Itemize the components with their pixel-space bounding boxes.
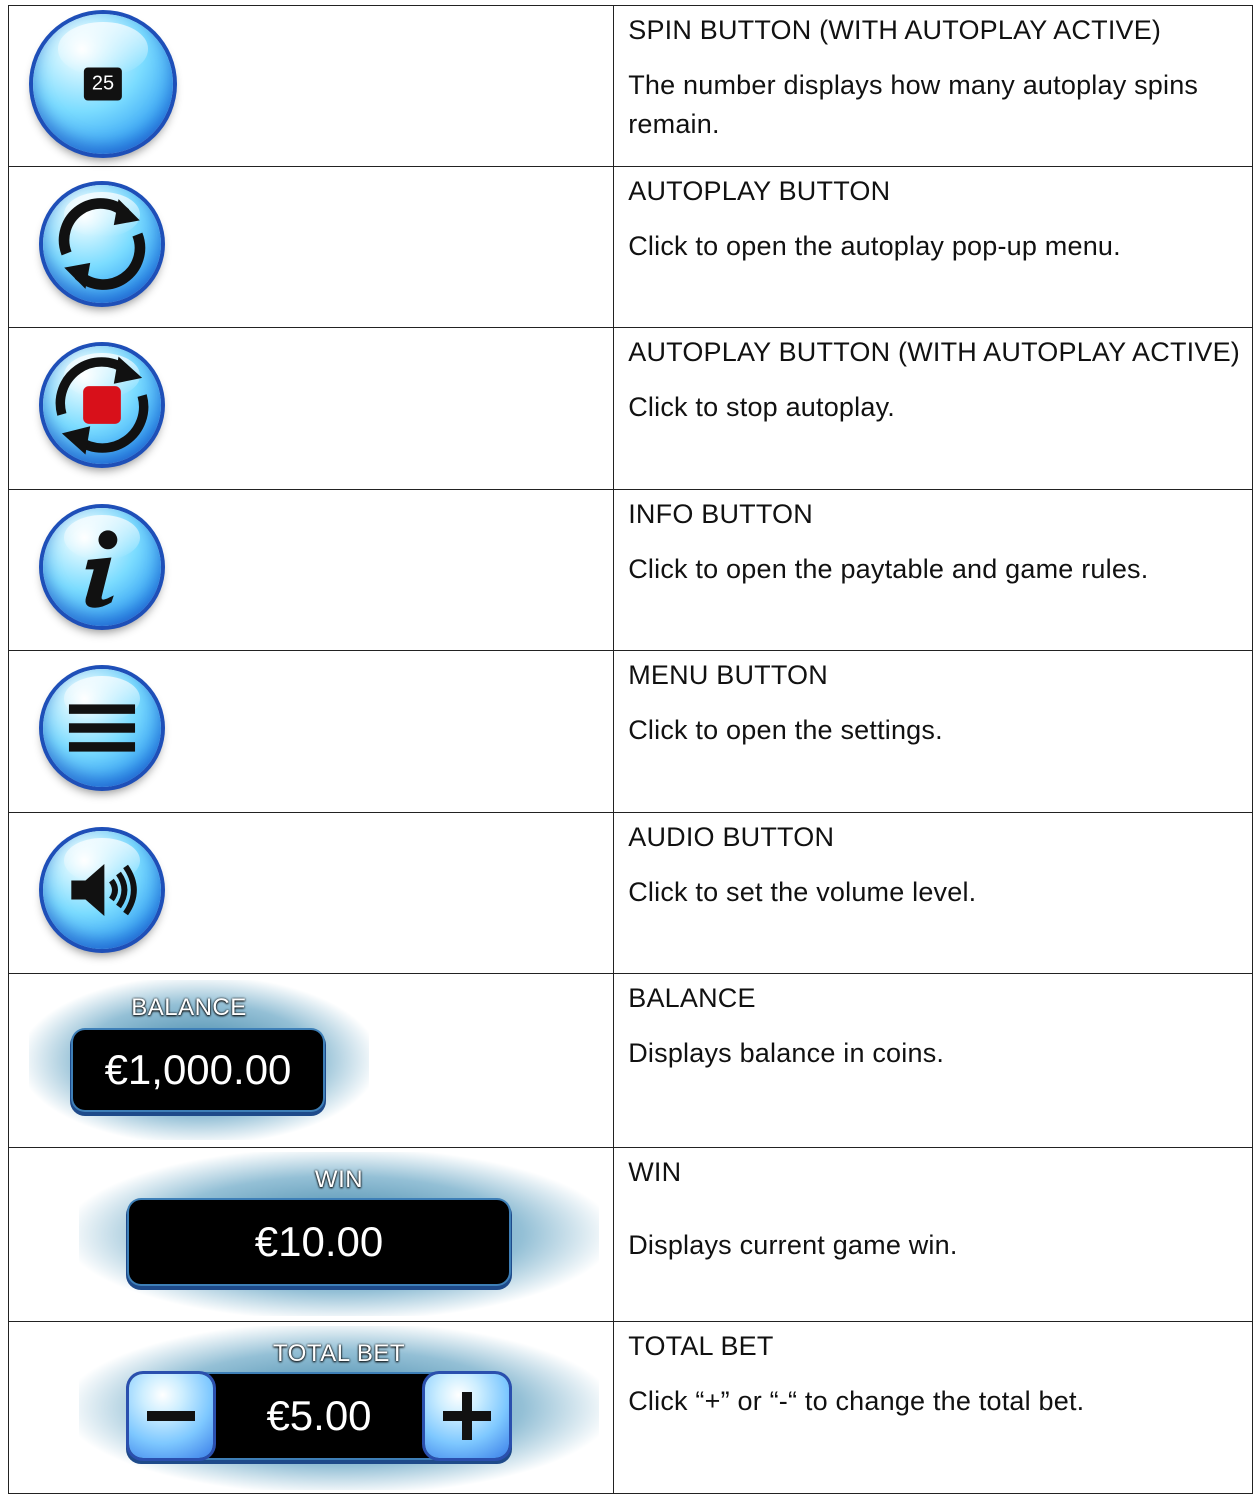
row-description: Displays balance in coins.	[628, 1038, 945, 1068]
balance-display: BALANCE €1,000.00	[29, 980, 369, 1140]
table-row: INFO BUTTON Click to open the paytable a…	[7, 489, 1253, 651]
icon-cell: BALANCE €1,000.00	[7, 973, 615, 1148]
icon-cell: WIN €10.00	[7, 1147, 615, 1322]
audio-button[interactable]	[43, 831, 161, 949]
autoplay-icon	[58, 198, 146, 290]
hamburger-menu-icon	[68, 704, 136, 752]
icon-cell	[7, 327, 615, 490]
text-cell: WIN Displays current game win.	[613, 1147, 1253, 1322]
menu-button[interactable]	[43, 669, 161, 787]
autoplay-stop-icon	[55, 356, 149, 455]
text-cell: INFO BUTTON Click to open the paytable a…	[613, 489, 1253, 651]
text-cell: AUTOPLAY BUTTON Click to open the autopl…	[613, 166, 1253, 328]
icon-cell: 25	[7, 5, 615, 167]
text-cell: BALANCE Displays balance in coins.	[613, 973, 1253, 1148]
table-row: WIN €10.00 WIN Displays current game win…	[7, 1147, 1253, 1322]
decrease-bet-button[interactable]	[129, 1374, 213, 1458]
row-title: TOTAL BET	[628, 1331, 774, 1361]
info-button[interactable]	[43, 508, 161, 626]
minus-icon	[147, 1411, 195, 1421]
icon-cell	[7, 166, 615, 328]
speaker-icon	[71, 864, 137, 916]
row-title: AUTOPLAY BUTTON (WITH AUTOPLAY ACTIVE)	[628, 337, 1240, 367]
button-reference-table: 25 SPIN BUTTON (WITH AUTOPLAY ACTIVE) Th…	[7, 5, 1253, 1494]
text-cell: MENU BUTTON Click to open the settings.	[613, 650, 1253, 813]
win-display: WIN €10.00	[79, 1152, 599, 1316]
row-description: Click to stop autoplay.	[628, 392, 895, 422]
table-row: BALANCE €1,000.00 BALANCE Displays balan…	[7, 973, 1253, 1148]
table-row: AUTOPLAY BUTTON (WITH AUTOPLAY ACTIVE) C…	[7, 327, 1253, 490]
spin-button[interactable]: 25	[33, 14, 173, 154]
table-row: MENU BUTTON Click to open the settings.	[7, 650, 1253, 813]
row-description: Click to open the autoplay pop-up menu.	[628, 231, 1121, 261]
row-description: Click to open the settings.	[628, 715, 943, 745]
row-title: AUDIO BUTTON	[628, 822, 835, 852]
row-title: AUTOPLAY BUTTON	[628, 176, 891, 206]
win-label: WIN	[314, 1166, 364, 1193]
row-title: BALANCE	[628, 983, 756, 1013]
row-description: Displays current game win.	[628, 1230, 958, 1260]
text-cell: SPIN BUTTON (WITH AUTOPLAY ACTIVE) The n…	[613, 5, 1253, 167]
row-description: Click to set the volume level.	[628, 877, 977, 907]
row-title: MENU BUTTON	[628, 660, 828, 690]
info-icon	[85, 530, 118, 608]
plus-icon	[443, 1392, 491, 1440]
total-bet-display: TOTAL BET €5.00	[79, 1326, 599, 1490]
row-title: WIN	[628, 1157, 682, 1187]
icon-cell	[7, 650, 615, 813]
text-cell: AUDIO BUTTON Click to set the volume lev…	[613, 812, 1253, 974]
table-row: TOTAL BET €5.00 TOTAL BET Click “+” or “…	[7, 1321, 1253, 1494]
text-cell: AUTOPLAY BUTTON (WITH AUTOPLAY ACTIVE) C…	[613, 327, 1253, 490]
autoplay-button[interactable]	[43, 185, 161, 303]
total-bet-label: TOTAL BET	[272, 1340, 406, 1367]
row-description: Click to open the paytable and game rule…	[628, 554, 1149, 584]
balance-value: €1,000.00	[73, 1030, 323, 1110]
autoplay-stop-button[interactable]	[43, 346, 161, 464]
text-cell: TOTAL BET Click “+” or “-“ to change the…	[613, 1321, 1253, 1494]
table-row: AUTOPLAY BUTTON Click to open the autopl…	[7, 166, 1253, 328]
total-bet-value: €5.00	[266, 1392, 372, 1439]
balance-label: BALANCE	[131, 994, 247, 1021]
table-row: 25 SPIN BUTTON (WITH AUTOPLAY ACTIVE) Th…	[7, 5, 1253, 167]
table-row: AUDIO BUTTON Click to set the volume lev…	[7, 812, 1253, 974]
row-description: Click “+” or “-“ to change the total bet…	[628, 1386, 1085, 1416]
icon-cell: TOTAL BET €5.00	[7, 1321, 615, 1494]
total-bet-value-box: €5.00	[129, 1374, 509, 1458]
row-title: SPIN BUTTON (WITH AUTOPLAY ACTIVE)	[628, 15, 1162, 45]
icon-cell	[7, 489, 615, 651]
icon-cell	[7, 812, 615, 974]
increase-bet-button[interactable]	[425, 1374, 509, 1458]
autoplay-count-badge: 25	[83, 67, 123, 101]
win-value: €10.00	[129, 1200, 509, 1284]
row-title: INFO BUTTON	[628, 499, 813, 529]
row-description: The number displays how many autoplay sp…	[628, 70, 1199, 139]
